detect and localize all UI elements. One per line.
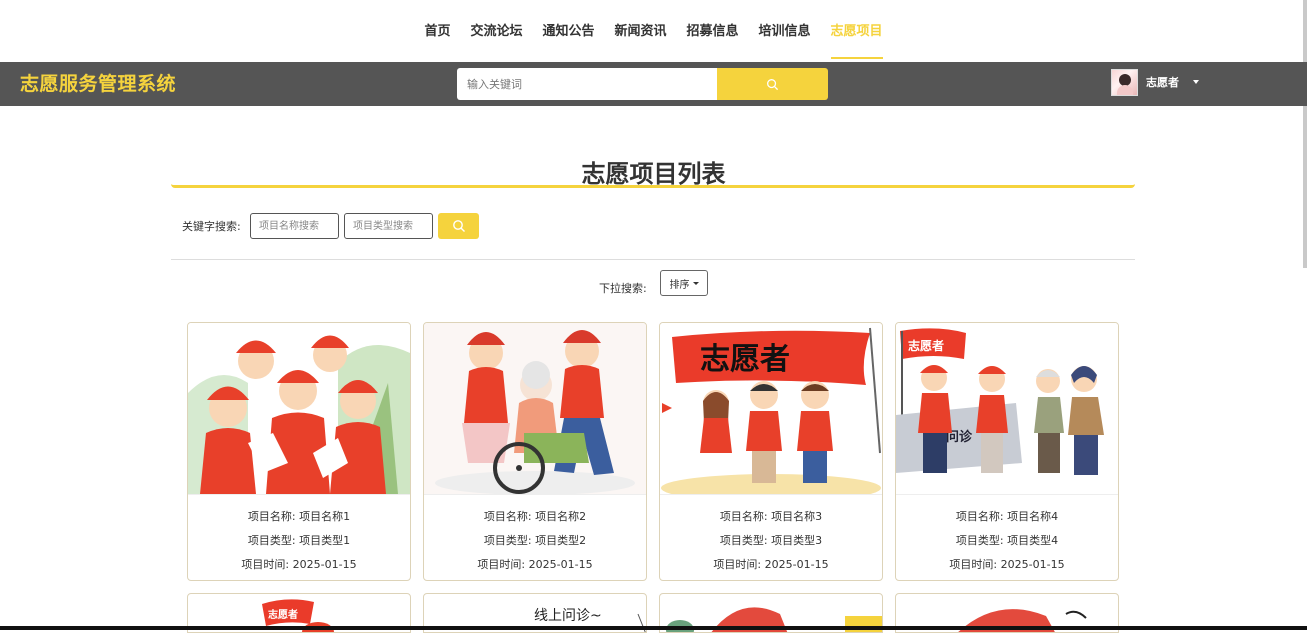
dropdown-search-label: 下拉搜索: xyxy=(599,282,647,295)
project-image-2 xyxy=(424,323,646,495)
nav-forum[interactable]: 交流论坛 xyxy=(460,0,532,62)
card-name-value: 项目名称1 xyxy=(299,510,351,523)
project-type-search-input[interactable] xyxy=(344,213,433,239)
project-card-3[interactable]: 志愿者 项目名称: 项目名称3 项目类型: 项目类型3 项目时间: 2025-0… xyxy=(659,322,883,581)
card-type-key: 项目类型: xyxy=(719,534,768,547)
card-type-key: 项目类型: xyxy=(483,534,532,547)
search-icon xyxy=(452,220,465,232)
svg-text:志愿者: 志愿者 xyxy=(268,608,298,621)
sort-dropdown[interactable]: 排序 xyxy=(660,270,708,296)
filter-search-button[interactable] xyxy=(438,213,479,239)
project-image-3: 志愿者 xyxy=(660,323,882,495)
title-underline xyxy=(171,184,1135,188)
svg-text:线上问诊~: 线上问诊~ xyxy=(534,608,602,624)
bottom-edge xyxy=(0,626,1307,630)
project-card-1[interactable]: 项目名称: 项目名称1 项目类型: 项目类型1 项目时间: 2025-01-15 xyxy=(187,322,411,581)
search-icon xyxy=(767,78,779,90)
site-brand: 志愿服务管理系统 xyxy=(20,73,177,95)
card-name-value: 项目名称3 xyxy=(771,510,823,523)
card-type-value: 项目类型4 xyxy=(1007,534,1059,547)
card-time-value: 2025-01-15 xyxy=(764,558,829,571)
nav-notice[interactable]: 通知公告 xyxy=(532,0,604,62)
card-time-key: 项目时间: xyxy=(477,558,526,571)
avatar xyxy=(1111,68,1138,96)
card-time-value: 2025-01-15 xyxy=(1000,558,1065,571)
scrollbar[interactable] xyxy=(1303,0,1307,268)
card-time-key: 项目时间: xyxy=(713,558,762,571)
card-name-key: 项目名称: xyxy=(483,510,532,523)
card-type-value: 项目类型2 xyxy=(535,534,587,547)
nav-training[interactable]: 培训信息 xyxy=(749,0,821,62)
caret-down-icon xyxy=(692,281,699,285)
card-time-value: 2025-01-15 xyxy=(292,558,357,571)
user-name: 志愿者 xyxy=(1146,76,1179,89)
global-search-button[interactable] xyxy=(717,68,828,100)
flag-text: 志愿者 xyxy=(908,338,944,353)
card-name-value: 项目名称4 xyxy=(1007,510,1059,523)
nav-home[interactable]: 首页 xyxy=(414,0,460,62)
project-card-2[interactable]: 项目名称: 项目名称2 项目类型: 项目类型2 项目时间: 2025-01-15 xyxy=(423,322,647,581)
sort-label: 排序 xyxy=(669,279,690,291)
keyword-search-label: 关键字搜索: xyxy=(182,220,241,233)
caret-down-icon xyxy=(1193,80,1199,84)
card-name-value: 项目名称2 xyxy=(535,510,587,523)
card-type-key: 项目类型: xyxy=(955,534,1004,547)
global-search-input[interactable] xyxy=(457,68,717,100)
nav-news[interactable]: 新闻资讯 xyxy=(604,0,676,62)
card-type-value: 项目类型3 xyxy=(771,534,823,547)
card-type-value: 项目类型1 xyxy=(299,534,351,547)
card-name-key: 项目名称: xyxy=(719,510,768,523)
header-bar: 志愿服务管理系统 志愿者 xyxy=(0,62,1307,106)
project-card-4[interactable]: 志愿者 问诊 项目名称: 项目名称4 项目类型: 项目类型4 项目时间: 202… xyxy=(895,322,1119,581)
card-time-value: 2025-01-15 xyxy=(528,558,593,571)
top-nav: 首页 交流论坛 通知公告 新闻资讯 招募信息 培训信息 志愿项目 xyxy=(0,0,1307,62)
card-type-key: 项目类型: xyxy=(247,534,296,547)
flag-text: 志愿者 xyxy=(700,342,790,377)
card-time-key: 项目时间: xyxy=(241,558,290,571)
project-image-4: 志愿者 问诊 xyxy=(896,323,1118,495)
card-name-key: 项目名称: xyxy=(247,510,296,523)
card-name-key: 项目名称: xyxy=(955,510,1004,523)
project-name-search-input[interactable] xyxy=(250,213,339,239)
nav-recruit[interactable]: 招募信息 xyxy=(677,0,749,62)
divider xyxy=(171,259,1135,260)
card-time-key: 项目时间: xyxy=(949,558,998,571)
project-image-1 xyxy=(188,323,410,495)
nav-projects[interactable]: 志愿项目 xyxy=(821,0,893,62)
user-menu[interactable]: 志愿者 xyxy=(1111,68,1199,96)
